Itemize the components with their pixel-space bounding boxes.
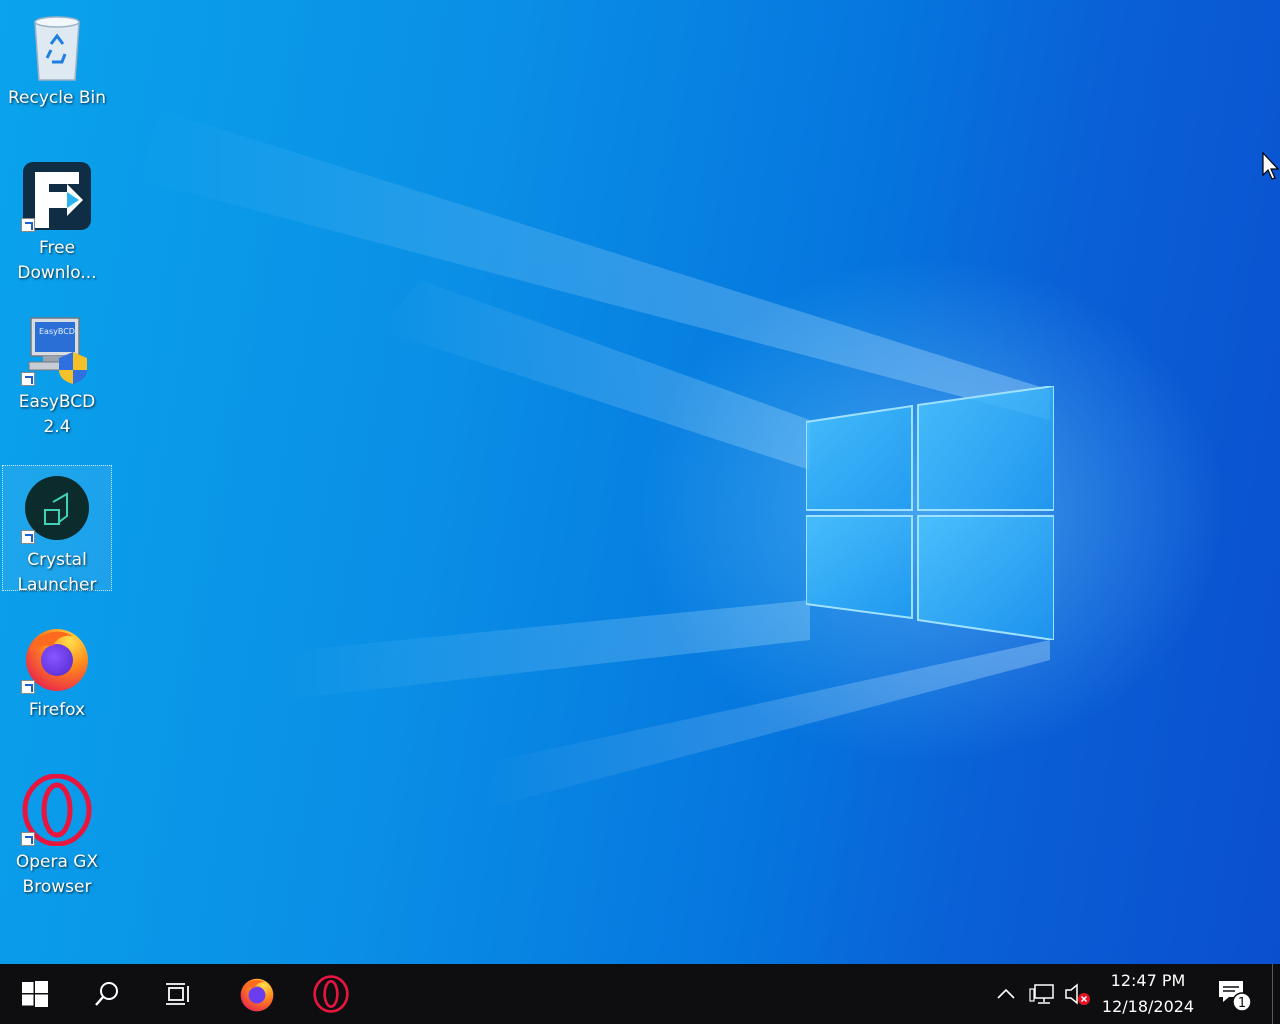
taskbar-clock[interactable]: 12:47 PM 12/18/2024 xyxy=(1094,968,1202,1020)
shortcut-arrow-icon xyxy=(21,832,35,846)
recycle-bin-icon xyxy=(21,10,93,82)
task-view-button[interactable] xyxy=(144,964,214,1024)
easybcd-screen-text: EasyBCD xyxy=(39,327,75,336)
clock-date: 12/18/2024 xyxy=(1101,997,1195,1016)
task-view-icon xyxy=(166,983,189,1005)
desktop-icon-label: Firefox xyxy=(28,700,86,720)
desktop-icon-firefox[interactable]: Firefox xyxy=(2,616,112,723)
desktop-icon-label: Opera GX Browser xyxy=(15,852,99,897)
desktop-icon-label: EasyBCD 2.4 xyxy=(18,392,96,437)
desktop-icon-crystal-launcher[interactable]: Crystal Launcher xyxy=(2,465,112,595)
notification-count-badge: 1 xyxy=(1238,996,1246,1011)
action-center-button[interactable]: 1 xyxy=(1206,964,1260,1024)
network-icon xyxy=(1029,984,1054,1004)
firefox-icon xyxy=(21,622,93,694)
network-tray-button[interactable] xyxy=(1024,964,1060,1024)
mouse-cursor-icon xyxy=(1262,152,1280,180)
desktop-icon-label: Recycle Bin xyxy=(7,88,106,108)
easybcd-icon: EasyBCD xyxy=(21,314,93,386)
desktop-icon-label: Free Downlo... xyxy=(17,238,97,283)
taskbar: 12:47 PM 12/18/2024 1 xyxy=(0,964,1280,1024)
notification-icon: 1 xyxy=(1219,981,1252,1012)
crystal-launcher-icon xyxy=(21,472,93,544)
light-beams xyxy=(140,110,1050,810)
desktop-icon-label: Crystal Launcher xyxy=(17,550,97,595)
taskbar-opera-gx-button[interactable] xyxy=(296,964,366,1024)
volume-tray-button[interactable] xyxy=(1060,964,1094,1024)
free-download-manager-icon xyxy=(21,160,93,232)
shortcut-arrow-icon xyxy=(21,218,35,232)
shortcut-arrow-icon xyxy=(21,372,35,386)
show-desktop-button[interactable] xyxy=(1272,964,1280,1024)
volume-muted-icon xyxy=(1065,983,1090,1005)
search-icon xyxy=(95,982,118,1006)
search-button[interactable] xyxy=(72,964,142,1024)
start-button[interactable] xyxy=(0,964,70,1024)
desktop-icon-easybcd[interactable]: EasyBCD EasyBCD 2.4 xyxy=(2,308,112,440)
shortcut-arrow-icon xyxy=(21,680,35,694)
desktop-icon-opera-gx[interactable]: Opera GX Browser xyxy=(2,768,112,900)
shortcut-arrow-icon xyxy=(21,530,35,544)
firefox-icon xyxy=(240,978,274,1012)
desktop-background: Recycle Bin Free Downlo... EasyBCD EasyB… xyxy=(0,0,1280,964)
opera-gx-icon xyxy=(313,975,349,1013)
taskbar-firefox-button[interactable] xyxy=(222,964,292,1024)
desktop-icon-free-download-manager[interactable]: Free Downlo... xyxy=(2,154,112,286)
windows-wallpaper-logo xyxy=(806,386,1054,640)
show-hidden-icons-button[interactable] xyxy=(990,964,1022,1024)
desktop-icon-recycle-bin[interactable]: Recycle Bin xyxy=(2,4,112,111)
windows-logo-icon xyxy=(22,981,48,1007)
opera-gx-icon xyxy=(21,773,93,847)
chevron-up-icon xyxy=(997,988,1015,999)
clock-time: 12:47 PM xyxy=(1110,971,1186,990)
